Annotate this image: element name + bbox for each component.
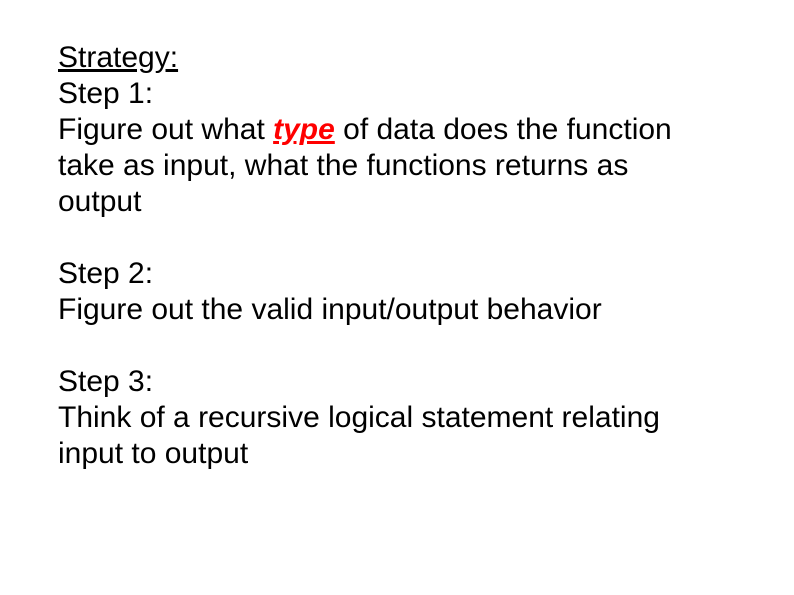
strategy-heading: Strategy: xyxy=(58,41,178,74)
step-2-text: Figure out the valid input/output behavi… xyxy=(58,293,602,326)
step-3-text: Think of a recursive logical statement r… xyxy=(58,401,660,470)
step-1-block: Strategy: Step 1: Figure out what type o… xyxy=(58,40,698,220)
step-1-type-keyword: type xyxy=(273,113,335,146)
step-1-text-a: Figure out what xyxy=(58,113,273,146)
step-3-label: Step 3: xyxy=(58,365,153,398)
step-2-label: Step 2: xyxy=(58,257,153,290)
step-3-block: Step 3: Think of a recursive logical sta… xyxy=(58,364,698,472)
step-1-label: Step 1: xyxy=(58,77,153,110)
slide-page: Strategy: Step 1: Figure out what type o… xyxy=(0,0,794,595)
step-2-block: Step 2: Figure out the valid input/outpu… xyxy=(58,256,698,328)
